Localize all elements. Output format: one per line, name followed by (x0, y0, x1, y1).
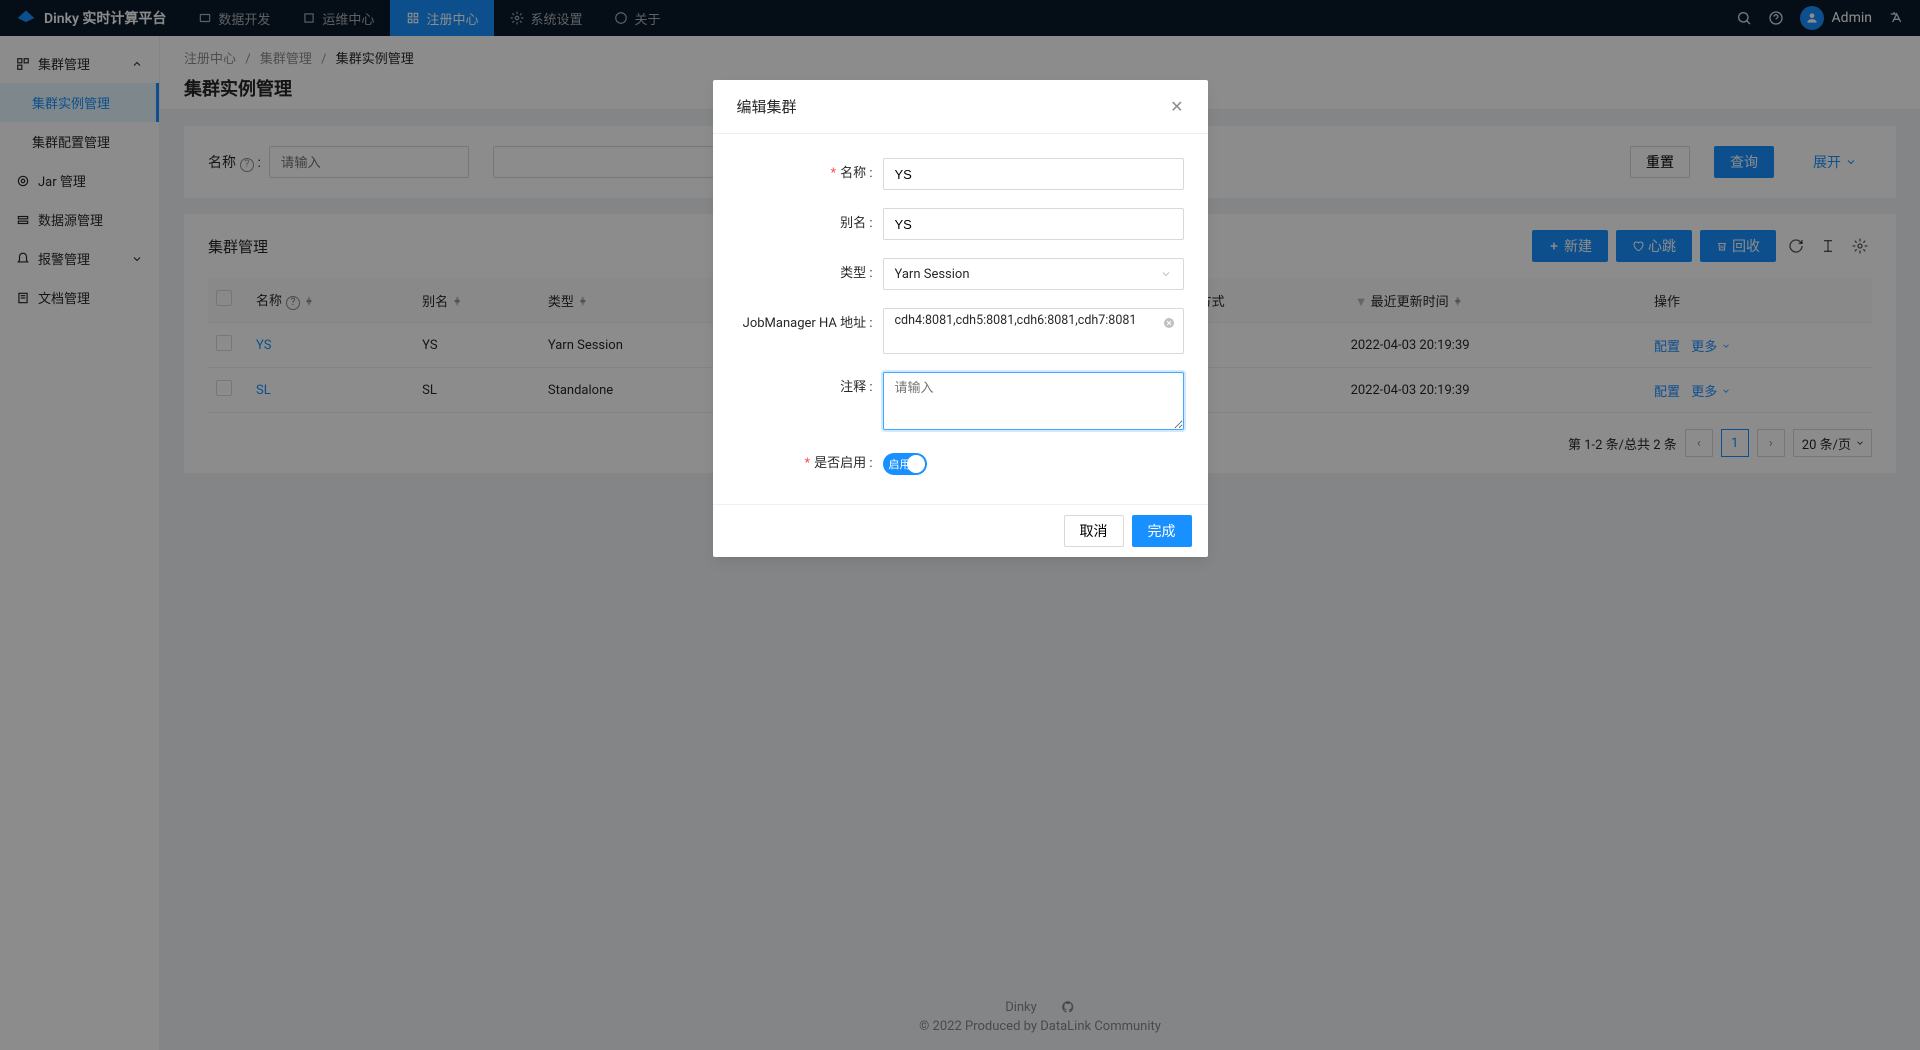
form-item-enable: 是否启用 : 启用 (713, 448, 1184, 480)
ha-textarea[interactable]: cdh4:8081,cdh5:8081,cdh6:8081,cdh7:8081 (883, 308, 1184, 354)
type-value: Yarn Session (895, 267, 970, 282)
edit-cluster-modal: 编辑集群 ✕ 名称 : 别名 : 类型 : Yarn Session JobMa… (713, 80, 1208, 557)
form-item-type: 类型 : Yarn Session (713, 258, 1184, 290)
modal-footer: 取消 完成 (713, 504, 1208, 557)
clear-icon[interactable] (1163, 317, 1175, 329)
close-icon[interactable]: ✕ (1170, 97, 1183, 116)
alias-label: 别名 : (713, 208, 883, 240)
form-item-name: 名称 : (713, 158, 1184, 190)
type-label: 类型 : (713, 258, 883, 290)
name-input[interactable] (883, 158, 1184, 190)
form-item-alias: 别名 : (713, 208, 1184, 240)
chevron-down-icon (1160, 268, 1172, 280)
modal-header: 编辑集群 ✕ (713, 80, 1208, 134)
comment-textarea[interactable] (883, 372, 1184, 430)
modal-title: 编辑集群 (737, 96, 797, 117)
alias-input[interactable] (883, 208, 1184, 240)
cancel-button[interactable]: 取消 (1064, 515, 1124, 547)
enable-label: 是否启用 : (713, 448, 883, 480)
form-item-ha: JobManager HA 地址 : cdh4:8081,cdh5:8081,c… (713, 308, 1184, 354)
name-label: 名称 : (713, 158, 883, 190)
type-select[interactable]: Yarn Session (883, 258, 1184, 290)
comment-label: 注释 : (713, 372, 883, 404)
form-item-comment: 注释 : (713, 372, 1184, 430)
modal-body: 名称 : 别名 : 类型 : Yarn Session JobManager H… (713, 134, 1208, 504)
ha-label: JobManager HA 地址 : (713, 308, 883, 340)
enable-switch[interactable]: 启用 (883, 453, 927, 475)
ha-value: cdh4:8081,cdh5:8081,cdh6:8081,cdh7:8081 (895, 313, 1137, 328)
modal-overlay[interactable]: 编辑集群 ✕ 名称 : 别名 : 类型 : Yarn Session JobMa… (0, 0, 1920, 1050)
ok-button[interactable]: 完成 (1132, 515, 1192, 547)
switch-handle (907, 455, 925, 473)
